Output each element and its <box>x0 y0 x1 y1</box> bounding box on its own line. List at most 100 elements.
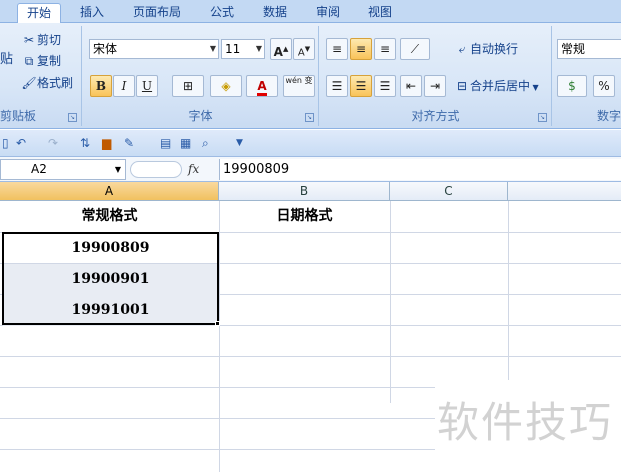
customize-toolbar-icon[interactable]: ▼ <box>236 135 243 151</box>
gridline <box>0 449 435 450</box>
align-center-button[interactable]: ☰ <box>350 75 372 97</box>
alignment-launcher-icon[interactable]: ↘ <box>538 113 547 122</box>
bold-button[interactable]: B <box>90 75 112 97</box>
redo-icon[interactable]: ↷ <box>48 135 58 151</box>
fill-color-button[interactable]: ◈ <box>210 75 242 97</box>
insert-function-icon[interactable]: fx <box>188 162 199 176</box>
ribbon-tab-bar: 开始 插入 页面布局 公式 数据 审阅 视图 <box>0 0 621 24</box>
tab-page-layout[interactable]: 页面布局 <box>124 3 190 23</box>
outdent-icon: ⇤ <box>405 79 417 93</box>
cut-label: 剪切 <box>37 33 62 47</box>
chevron-down-icon: ▼ <box>255 44 262 53</box>
gridline <box>219 201 220 472</box>
currency-icon: $ <box>568 79 576 93</box>
zoom-icon[interactable]: ⌕ <box>202 135 209 151</box>
wrap-text-icon: ⤶ <box>458 42 466 56</box>
orientation-icon: ⟋ <box>410 42 420 56</box>
formula-bar: A2 ▼ fx 19900809 <box>0 157 621 182</box>
alignment-group-label: 对齐方式 <box>411 109 460 123</box>
fill-handle[interactable] <box>215 321 220 326</box>
paint-bucket-icon: ◈ <box>221 79 231 93</box>
decrease-indent-button[interactable]: ⇤ <box>400 75 422 97</box>
column-header-c[interactable]: C <box>390 182 508 201</box>
number-group: 常规 $ % 数字 <box>553 26 621 126</box>
name-box-value: A2 <box>31 162 47 176</box>
gridline <box>0 387 435 388</box>
cell-b1[interactable]: 日期格式 <box>219 201 390 232</box>
font-group-label: 字体 <box>188 109 213 123</box>
selection-range <box>2 232 219 325</box>
copy-button[interactable]: ⧉ 复制 <box>21 51 61 71</box>
percent-style-button[interactable]: % <box>593 75 615 97</box>
align-right-icon: ☰ <box>379 79 391 93</box>
gridline <box>508 201 509 380</box>
accounting-format-button[interactable]: $ <box>557 75 587 97</box>
name-box[interactable]: A2 ▼ <box>0 159 126 180</box>
number-format-value: 常规 <box>561 42 586 56</box>
indent-icon: ⇥ <box>429 79 441 93</box>
increase-indent-button[interactable]: ⇥ <box>424 75 446 97</box>
orientation-button[interactable]: ⟋ <box>400 38 430 60</box>
align-top-icon: ≡ <box>331 42 343 56</box>
grid-icon[interactable]: ▦ <box>180 135 191 151</box>
tab-data[interactable]: 数据 <box>253 3 297 23</box>
copy-icon: ⧉ <box>24 54 34 68</box>
undo-icon[interactable]: ↶ <box>16 135 26 151</box>
copy-label: 复制 <box>37 54 62 68</box>
font-color-button[interactable]: A <box>246 75 278 97</box>
font-color-label: A <box>257 79 267 96</box>
clipboard-launcher-icon[interactable]: ↘ <box>68 113 77 122</box>
scissors-icon: ✂ <box>23 33 35 47</box>
save-icon[interactable]: ▯ <box>2 135 9 151</box>
align-bottom-button[interactable]: ≡ <box>374 38 396 60</box>
font-group: 宋体 ▼ 11 ▼ A▲ A▼ B I U ⊞ ◈ A wén 变 字体 ↘ <box>83 26 319 126</box>
number-group-label: 数字 <box>596 109 621 123</box>
align-left-button[interactable]: ☰ <box>326 75 348 97</box>
font-name-value: 宋体 <box>93 42 118 56</box>
font-name-select[interactable]: 宋体 ▼ <box>89 39 219 59</box>
align-left-icon: ☰ <box>331 79 343 93</box>
underline-button[interactable]: U <box>136 75 158 97</box>
edit-icon[interactable]: ✎ <box>124 135 134 151</box>
font-launcher-icon[interactable]: ↘ <box>305 113 314 122</box>
font-size-value: 11 <box>225 42 241 56</box>
watermark: 软件技巧 <box>436 398 613 447</box>
gridline <box>0 418 435 419</box>
quick-access-toolbar: ▯ ↶ ↷ ⇅ ▆ ✎ ▤ ▦ ⌕ ▼ <box>0 130 621 157</box>
grow-font-button[interactable]: A▲ <box>270 38 292 60</box>
chart-icon[interactable]: ▆ <box>102 135 111 151</box>
italic-button[interactable]: I <box>113 75 135 97</box>
column-header-b[interactable]: B <box>219 182 390 201</box>
wrap-text-button[interactable]: ⤶ 自动换行 <box>454 39 518 59</box>
tab-view[interactable]: 视图 <box>358 3 402 23</box>
column-header-a[interactable]: A <box>0 182 219 201</box>
tab-home[interactable]: 开始 <box>17 3 61 24</box>
shrink-font-label: A <box>297 47 305 59</box>
number-format-select[interactable]: 常规 <box>557 39 621 59</box>
format-painter-button[interactable]: 🖌格式刷 <box>21 73 73 93</box>
tab-formulas[interactable]: 公式 <box>200 3 244 23</box>
tab-insert[interactable]: 插入 <box>70 3 114 23</box>
borders-button[interactable]: ⊞ <box>172 75 204 97</box>
align-middle-icon: ≡ <box>355 42 367 56</box>
phonetic-button[interactable]: wén 变 <box>283 75 315 97</box>
chevron-down-icon: ▼ <box>114 165 121 174</box>
align-top-button[interactable]: ≡ <box>326 38 348 60</box>
formula-bar-resize-handle[interactable] <box>130 161 182 178</box>
align-center-icon: ☰ <box>355 79 367 93</box>
merge-center-button[interactable]: ⊟ 合并后居中 ▼ <box>454 76 539 96</box>
formula-input[interactable]: 19900809 <box>219 159 621 180</box>
align-middle-button[interactable]: ≡ <box>350 38 372 60</box>
align-bottom-icon: ≡ <box>379 42 391 56</box>
paste-button[interactable]: 贴 <box>0 50 13 70</box>
tab-review[interactable]: 审阅 <box>306 3 350 23</box>
column-header-d[interactable] <box>508 182 621 201</box>
align-right-button[interactable]: ☰ <box>374 75 396 97</box>
shrink-font-button[interactable]: A▼ <box>293 38 315 60</box>
cut-button[interactable]: ✂ 剪切 <box>21 30 61 50</box>
gridline <box>0 356 621 357</box>
form-icon[interactable]: ▤ <box>160 135 171 151</box>
font-size-select[interactable]: 11 ▼ <box>221 39 265 59</box>
sort-icon[interactable]: ⇅ <box>80 135 90 151</box>
cell-a1[interactable]: 常规格式 <box>0 201 219 232</box>
